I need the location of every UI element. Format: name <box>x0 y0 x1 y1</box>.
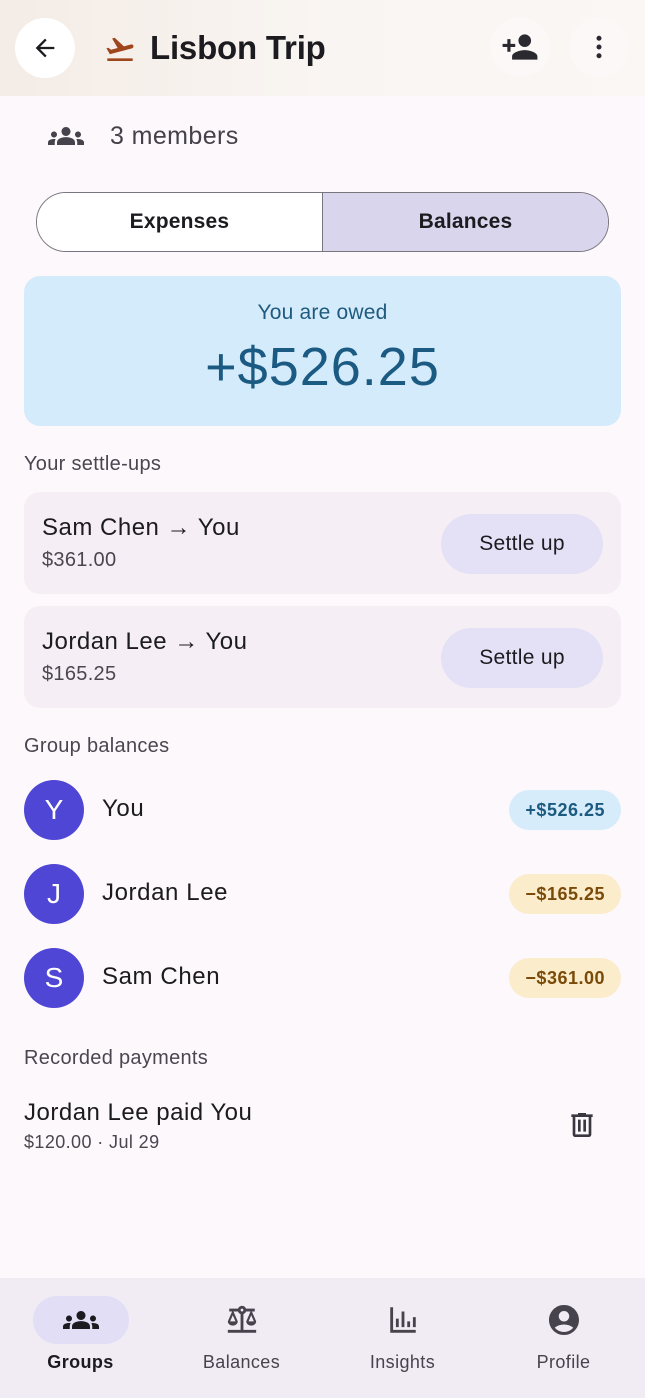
page-title: Lisbon Trip <box>150 29 326 66</box>
trash-icon <box>571 1113 593 1137</box>
arrow-back-icon <box>35 38 55 58</box>
add-member-button[interactable] <box>490 17 550 77</box>
summary-amount: +$526.25 <box>205 337 440 397</box>
avatar: Y <box>24 780 84 840</box>
group-icon <box>62 1311 99 1329</box>
settle-up-item: Sam Chen → You $361.00 Settle up <box>24 492 621 594</box>
avatar: S <box>24 948 84 1008</box>
person-add-icon <box>502 34 538 60</box>
nav-balances[interactable]: Balances <box>161 1278 322 1398</box>
avatar: J <box>24 864 84 924</box>
group-balances-heading: Group balances <box>24 735 170 757</box>
nav-label: Groups <box>47 1352 114 1372</box>
nav-insights[interactable]: Insights <box>322 1278 483 1398</box>
flight-takeoff-icon <box>106 37 134 61</box>
members-count: 3 members <box>48 117 239 155</box>
group-icon <box>48 127 84 145</box>
nav-groups[interactable]: Groups <box>0 1278 161 1398</box>
settle-up-button[interactable]: Settle up <box>441 628 603 688</box>
settle-up-name: Sam Chen → You <box>42 514 240 541</box>
tab-balances[interactable]: Balances <box>323 193 608 251</box>
member-name: You <box>102 795 145 822</box>
delete-payment-button[interactable] <box>555 1098 609 1152</box>
balance-row-you: Y You +$526.25 <box>24 780 621 840</box>
scale-icon <box>227 1305 256 1333</box>
balance-badge: −$165.25 <box>509 874 621 914</box>
bar-chart-icon <box>389 1307 416 1333</box>
members-text: 3 members <box>110 121 239 150</box>
view-toggle: Expenses Balances <box>36 192 609 252</box>
top-app-bar: Lisbon Trip <box>0 0 645 96</box>
payment-detail: $120.00 · Jul 29 <box>24 1132 160 1152</box>
tab-expenses[interactable]: Expenses <box>37 193 323 251</box>
nav-label: Profile <box>536 1352 591 1372</box>
member-name: Sam Chen <box>102 963 221 990</box>
balance-row-sam-chen: S Sam Chen −$361.00 <box>24 948 621 1008</box>
account-circle-icon <box>548 1305 579 1335</box>
nav-profile[interactable]: Profile <box>483 1278 644 1398</box>
nav-balances-indicator <box>194 1296 290 1344</box>
bottom-navigation: Groups Balances Insights Profile <box>0 1278 645 1398</box>
settle-up-amount: $165.25 <box>42 663 117 685</box>
balance-summary-card: You are owed +$526.25 <box>24 276 621 426</box>
back-button[interactable] <box>15 18 75 78</box>
summary-label: You are owed <box>257 301 388 324</box>
recorded-payments-heading: Recorded payments <box>24 1047 209 1069</box>
balance-badge: +$526.25 <box>509 790 621 830</box>
more-options-button[interactable] <box>569 17 629 77</box>
settle-ups-heading: Your settle-ups <box>24 453 162 475</box>
settle-up-item: Jordan Lee → You $165.25 Settle up <box>24 606 621 708</box>
settle-up-button[interactable]: Settle up <box>441 514 603 574</box>
more-vert-icon <box>596 35 602 59</box>
nav-groups-indicator <box>32 1296 129 1344</box>
settle-up-name: Jordan Lee → You <box>42 628 248 655</box>
member-name: Jordan Lee <box>102 879 229 906</box>
balance-row-jordan-lee: J Jordan Lee −$165.25 <box>24 864 621 924</box>
settle-up-amount: $361.00 <box>42 549 117 571</box>
payment-title: Jordan Lee paid You <box>24 1099 253 1126</box>
nav-insights-indicator <box>355 1296 451 1344</box>
nav-profile-indicator <box>516 1296 612 1344</box>
balance-badge: −$361.00 <box>509 958 621 998</box>
nav-label: Balances <box>202 1352 281 1372</box>
nav-label: Insights <box>369 1352 436 1372</box>
